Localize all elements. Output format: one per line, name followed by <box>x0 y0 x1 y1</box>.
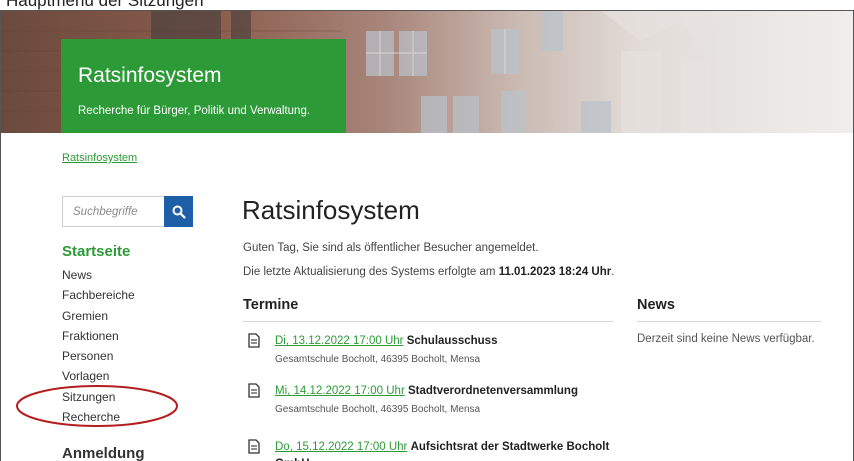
annotation-circle <box>16 385 178 427</box>
page-title: Ratsinfosystem <box>242 195 420 225</box>
update-value: 11.01.2023 18:24 Uhr <box>498 266 612 278</box>
site-title-box: Ratsinfosystem Recherche für Bürger, Pol… <box>61 39 346 133</box>
event-date-link[interactable]: Di, 13.12.2022 17:00 Uhr <box>275 335 404 347</box>
news-section: News Derzeit sind keine News verfügbar. <box>637 297 821 348</box>
event-date-link[interactable]: Do, 15.12.2022 17:00 Uhr <box>275 441 407 453</box>
event-title: Schulausschuss <box>406 335 498 347</box>
update-prefix: Die letzte Aktualisierung des Systems er… <box>243 266 499 278</box>
termine-section: Termine Di, 13.12.2022 17:00 Uhr Schulau… <box>243 297 613 461</box>
top-cut-heading: Hauptmenü der Sitzungen <box>0 0 854 10</box>
search-button[interactable] <box>164 196 193 227</box>
news-empty-text: Derzeit sind keine News verfügbar. <box>637 333 815 345</box>
hero-banner: Ratsinfosystem Recherche für Bürger, Pol… <box>1 11 853 133</box>
sidebar-item-fraktionen[interactable]: Fraktionen <box>62 326 222 346</box>
event-date-link[interactable]: Mi, 14.12.2022 17:00 Uhr <box>275 385 405 397</box>
search-icon <box>172 205 186 219</box>
browser-page: Ratsinfosystem Recherche für Bürger, Pol… <box>0 10 854 461</box>
sidebar-item-news[interactable]: News <box>62 265 222 285</box>
sidebar-item-gremien[interactable]: Gremien <box>62 306 222 326</box>
event-location: Gesamtschule Bocholt, 46395 Bocholt, Men… <box>275 404 481 415</box>
event-title-line: Do, 15.12.2022 17:00 Uhr Aufsichtsrat de… <box>275 439 615 461</box>
site-subtitle: Recherche für Bürger, Politik und Verwal… <box>78 105 311 117</box>
termine-heading: Termine <box>243 297 613 322</box>
sidebar-heading-startseite[interactable]: Startseite <box>62 243 222 265</box>
event-title: Stadtverordnetenversammlung <box>407 385 578 397</box>
event-location: Gesamtschule Bocholt, 46395 Bocholt, Men… <box>275 354 481 365</box>
last-update-text: Die letzte Aktualisierung des Systems er… <box>243 266 614 278</box>
event-title-line: Mi, 14.12.2022 17:00 Uhr Stadtverordnete… <box>275 385 578 397</box>
sidebar-item-personen[interactable]: Personen <box>62 346 222 366</box>
greeting-text: Guten Tag, Sie sind als öffentlicher Bes… <box>243 242 539 254</box>
search-input[interactable] <box>62 196 164 227</box>
update-suffix: . <box>611 266 615 278</box>
site-title: Ratsinfosystem <box>78 64 222 87</box>
document-icon[interactable] <box>248 333 260 348</box>
sidebar-item-fachbereiche[interactable]: Fachbereiche <box>62 285 222 305</box>
sidebar-heading-anmeldung[interactable]: Anmeldung <box>62 445 145 461</box>
document-icon[interactable] <box>248 439 260 454</box>
event-title-line: Di, 13.12.2022 17:00 Uhr Schulausschuss <box>275 335 497 347</box>
top-cut-text: Hauptmenü der Sitzungen <box>6 0 204 10</box>
breadcrumb-link[interactable]: Ratsinfosystem <box>62 152 137 164</box>
search-box <box>62 196 193 227</box>
document-icon[interactable] <box>248 383 260 398</box>
news-heading: News <box>637 297 821 322</box>
